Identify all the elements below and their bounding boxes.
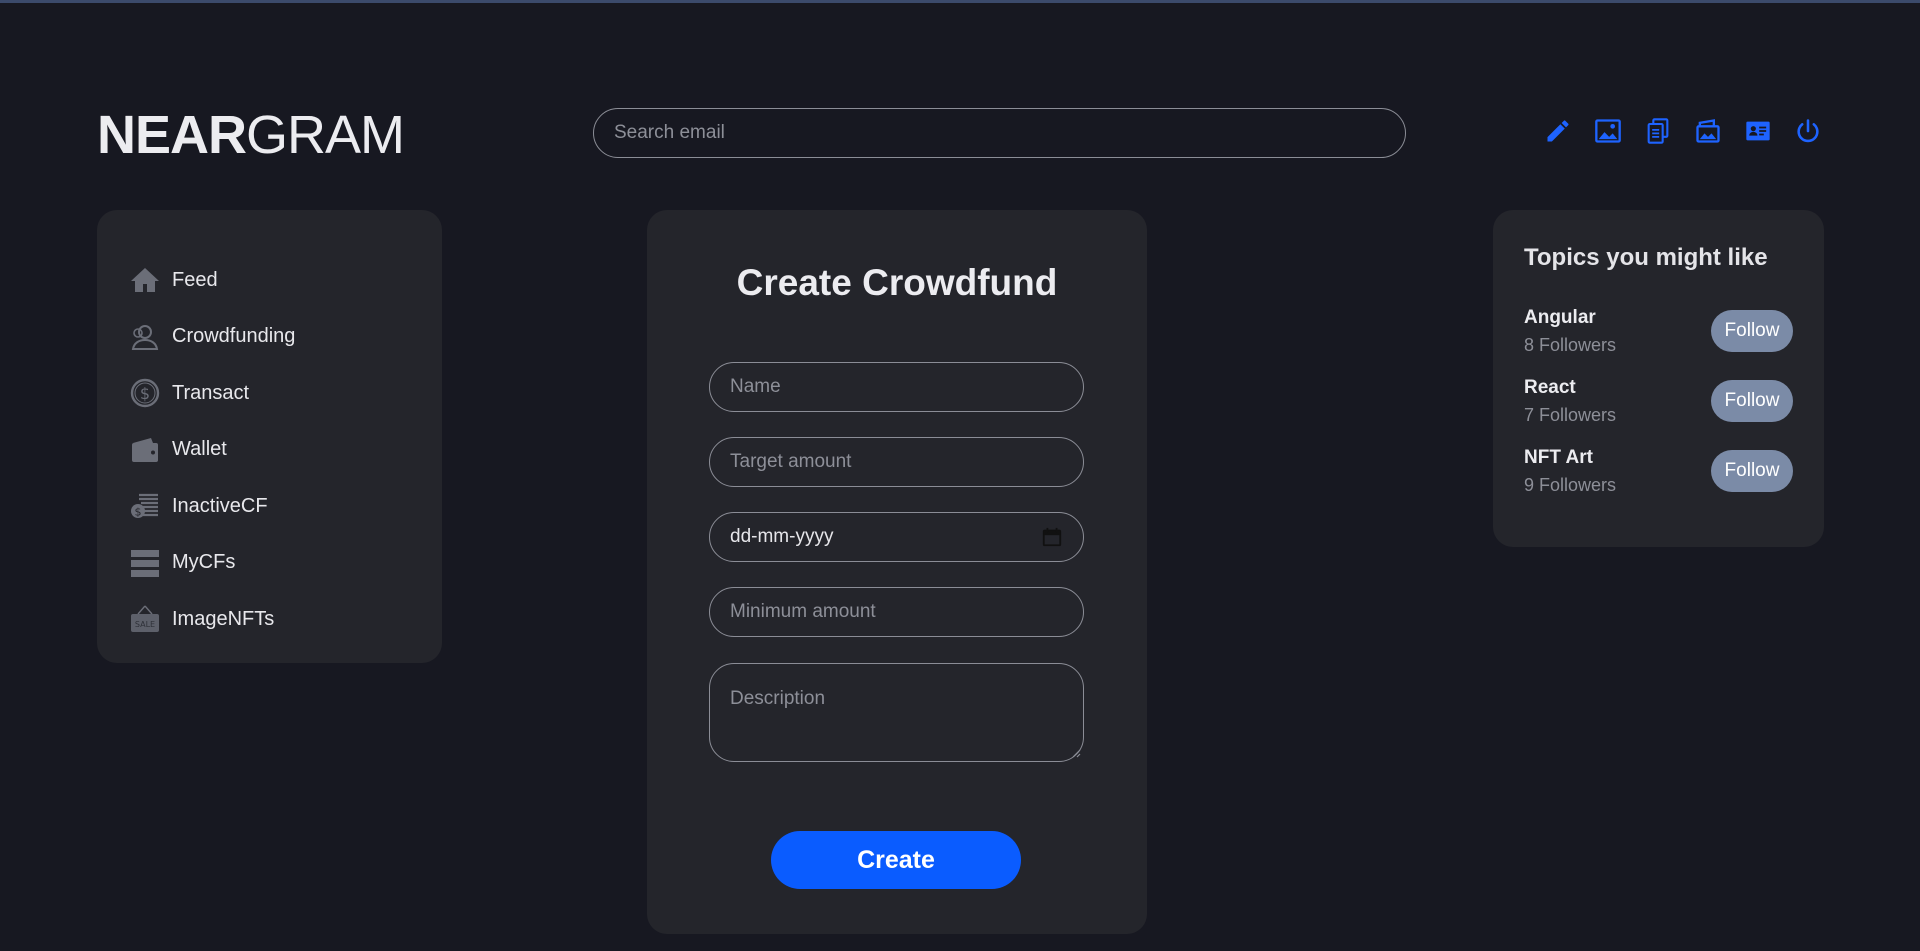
documents-icon[interactable]	[1643, 116, 1673, 146]
topic-followers: 7 Followers	[1524, 404, 1617, 425]
sidebar-item-feed[interactable]: Feed	[97, 252, 442, 309]
sidebar-nav: Feed Crowdfunding $ Transact Wallet $ In…	[97, 210, 442, 663]
create-button[interactable]: Create	[771, 831, 1021, 889]
topic-followers: 9 Followers	[1524, 474, 1617, 495]
money-stack-icon: $	[128, 489, 162, 523]
minimum-amount-input[interactable]	[709, 587, 1084, 637]
svg-text:$: $	[135, 506, 142, 519]
topics-card: Topics you might like Angular 8 Follower…	[1493, 210, 1824, 547]
sidebar-item-crowdfunding[interactable]: Crowdfunding	[97, 309, 442, 366]
topic-name: Angular	[1524, 306, 1596, 328]
wallet-icon	[128, 433, 162, 467]
topic-item: NFT Art 9 Followers Follow	[1524, 436, 1793, 506]
sidebar-item-label: Wallet	[172, 438, 227, 461]
pencil-icon[interactable]	[1543, 116, 1573, 146]
date-input[interactable]: dd-mm-yyyy	[709, 512, 1084, 562]
follow-button[interactable]: Follow	[1711, 380, 1793, 422]
date-value: dd-mm-yyyy	[730, 526, 834, 547]
logo-bold-text: NEAR	[97, 105, 247, 165]
svg-text:SALE: SALE	[135, 620, 155, 629]
topic-name: NFT Art	[1524, 446, 1593, 468]
id-card-icon[interactable]	[1743, 116, 1773, 146]
sidebar-item-wallet[interactable]: Wallet	[97, 422, 442, 479]
form-title: Create Crowdfund	[736, 262, 1058, 303]
sidebar-item-label: Crowdfunding	[172, 325, 296, 348]
topic-followers: 8 Followers	[1524, 334, 1617, 355]
people-icon	[128, 320, 162, 354]
sidebar-item-label: MyCFs	[172, 551, 236, 574]
topic-name: React	[1524, 376, 1576, 398]
sidebar-item-imagenfts[interactable]: SALE ImageNFTs	[97, 591, 442, 648]
sidebar-item-label: Transact	[172, 381, 250, 404]
header-icon-bar	[1543, 116, 1823, 146]
dollar-coin-icon: $	[128, 376, 162, 410]
follow-button[interactable]: Follow	[1711, 310, 1793, 352]
sidebar-item-label: Feed	[172, 268, 218, 291]
logo-light-text: GRAM	[246, 105, 405, 165]
sidebar-item-label: InactiveCF	[172, 494, 268, 517]
list-icon	[128, 546, 162, 580]
image-icon[interactable]	[1593, 116, 1623, 146]
sidebar-item-inactivecf[interactable]: $ InactiveCF	[97, 478, 442, 535]
topic-item: Angular 8 Followers Follow	[1524, 296, 1793, 366]
top-border	[0, 0, 1920, 3]
calendar-icon[interactable]	[1041, 526, 1063, 548]
follow-button[interactable]: Follow	[1711, 450, 1793, 492]
home-icon	[128, 263, 162, 297]
resize-grip-icon[interactable]	[1071, 748, 1081, 758]
gallery-icon[interactable]	[1693, 116, 1723, 146]
sidebar-item-label: ImageNFTs	[172, 607, 275, 630]
description-textarea[interactable]	[709, 663, 1084, 762]
topics-title: Topics you might like	[1524, 244, 1768, 271]
app-logo[interactable]: NEARGRAM	[97, 104, 405, 166]
sidebar-item-mycfs[interactable]: MyCFs	[97, 535, 442, 592]
power-icon[interactable]	[1793, 116, 1823, 146]
topic-item: React 7 Followers Follow	[1524, 366, 1793, 436]
target-amount-input[interactable]	[709, 437, 1084, 487]
create-crowdfund-card: Create Crowdfund dd-mm-yyyy Create	[647, 210, 1147, 934]
name-input[interactable]	[709, 362, 1084, 412]
sale-tag-icon: SALE	[128, 602, 162, 636]
sidebar-item-transact[interactable]: $ Transact	[97, 365, 442, 422]
svg-text:$: $	[140, 384, 150, 403]
search-input[interactable]	[593, 108, 1406, 158]
